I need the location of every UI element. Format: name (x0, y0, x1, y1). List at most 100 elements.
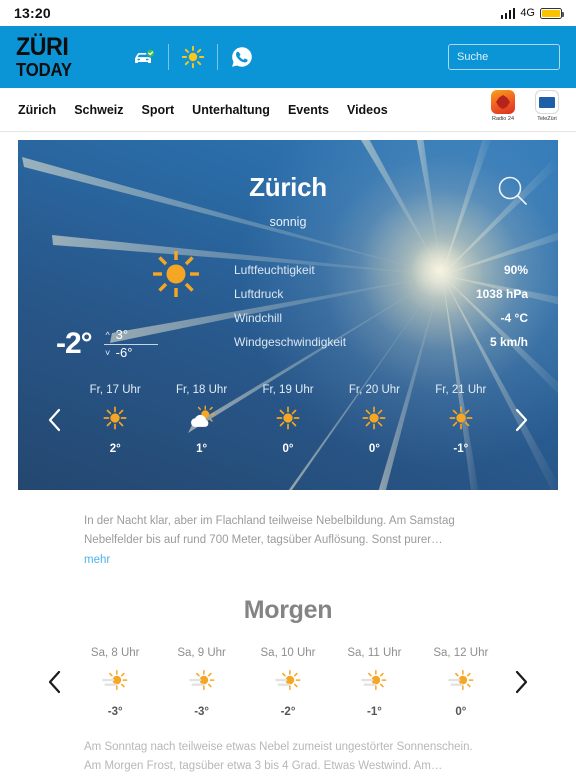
tomorrow-next-button[interactable] (504, 669, 538, 695)
tomorrow-forecast-carousel: Sa, 8 Uhr -3° Sa, 9 Uhr -3° Sa, 10 Uhr -… (0, 647, 576, 718)
tomorrow-heading: Morgen (243, 595, 333, 624)
telezueri-app-link[interactable]: TeleZüri (530, 90, 564, 122)
telezueri-app-icon (535, 90, 559, 114)
hourly-time: Fr, 18 Uhr (176, 384, 228, 396)
tomorrow-item[interactable]: Sa, 12 Uhr 0° (418, 647, 504, 718)
header-search-box[interactable] (448, 44, 576, 70)
radio24-app-icon (491, 90, 515, 114)
hourly-temp: 0° (368, 443, 380, 455)
tomorrow-item[interactable]: Sa, 10 Uhr -2° (245, 647, 331, 718)
app-header: ZÜRI TODAY (0, 26, 576, 88)
tomorrow-time: Sa, 10 Uhr (260, 646, 316, 659)
today-description-text: In der Nacht klar, aber im Flachland tei… (84, 515, 455, 546)
today-more-link[interactable]: mehr (84, 554, 110, 566)
tomorrow-time: Sa, 12 Uhr (433, 646, 489, 659)
search-input[interactable] (457, 51, 576, 63)
detail-value-humidity: 90% (503, 263, 528, 277)
hourly-time: Fr, 19 Uhr (262, 384, 314, 396)
detail-label-windchill: Windchill (234, 311, 283, 325)
nav-item-zuerich[interactable]: Zürich (18, 103, 56, 117)
hourly-item[interactable]: Fr, 17 Uhr 2° (72, 384, 158, 455)
tomorrow-columns: Sa, 8 Uhr -3° Sa, 9 Uhr -3° Sa, 10 Uhr -… (72, 647, 504, 718)
hourly-time: Fr, 21 Uhr (435, 384, 487, 396)
sun-icon (331, 405, 417, 436)
site-logo[interactable]: ZÜRI TODAY (16, 33, 86, 80)
hourly-next-button[interactable] (504, 407, 538, 433)
network-type-label: 4G (520, 7, 535, 19)
nav-item-sport[interactable]: Sport (142, 103, 175, 117)
main-navigation: Zürich Schweiz Sport Unterhaltung Events… (0, 88, 576, 132)
sun-weather-icon[interactable] (169, 45, 217, 69)
status-bar: 13:20 4G (0, 0, 576, 26)
header-icon-group (120, 44, 266, 70)
sun-cloud-icon (158, 405, 244, 436)
tomorrow-description-text: Am Sonntag nach teilweise etwas Nebel zu… (84, 740, 473, 772)
nav-item-schweiz[interactable]: Schweiz (74, 103, 123, 117)
weather-city-title: Zürich (249, 172, 327, 202)
detail-row: Windgeschwindigkeit 5 km/h (234, 330, 528, 354)
temperature-range: ^ 3° ˅ -6° (103, 327, 158, 362)
radio24-app-link[interactable]: Radio 24 (486, 90, 520, 122)
sun-haze-icon (418, 668, 504, 699)
hourly-temp: 2° (109, 443, 121, 455)
detail-label-humidity: Luftfeuchtigkeit (234, 263, 315, 277)
logo-line-1: ZÜRI (16, 33, 69, 61)
sun-icon (418, 405, 504, 436)
hourly-columns: Fr, 17 Uhr 2° Fr, 18 Uhr 1° Fr, 19 Uhr 0… (72, 384, 504, 455)
weather-search-icon[interactable] (496, 174, 530, 213)
battery-icon (540, 7, 564, 19)
hourly-item[interactable]: Fr, 20 Uhr 0° (331, 384, 417, 455)
detail-row: Luftfeuchtigkeit 90% (234, 258, 528, 282)
weather-hero: Zürich sonnig -2° ^ 3° ˅ -6° Luftfeuchti… (18, 140, 558, 490)
hourly-item[interactable]: Fr, 18 Uhr 1° (158, 384, 244, 455)
sun-icon (148, 246, 234, 307)
detail-row: Windchill -4 °C (234, 306, 528, 330)
hourly-temp: 1° (196, 443, 208, 455)
caret-up-icon: ^ (105, 330, 110, 341)
nav-item-videos[interactable]: Videos (347, 103, 388, 117)
tomorrow-temp: -3° (107, 705, 123, 718)
hourly-temp: -1° (453, 443, 469, 455)
telezueri-app-label: TeleZüri (537, 116, 557, 122)
sun-haze-icon (158, 668, 244, 699)
whatsapp-icon[interactable] (218, 45, 266, 69)
temperature-max: 3° (115, 327, 129, 342)
weather-condition-label: sonnig (269, 215, 307, 229)
tomorrow-prev-button[interactable] (38, 669, 72, 695)
tomorrow-temp: -2° (280, 705, 296, 718)
tomorrow-time: Sa, 8 Uhr (90, 646, 140, 659)
temperature-row: -2° ^ 3° ˅ -6° (56, 327, 234, 362)
nav-item-events[interactable]: Events (288, 103, 329, 117)
temperature-min: -6° (115, 344, 133, 360)
temperature-min-row: ˅ -6° (104, 345, 158, 362)
tomorrow-time: Sa, 9 Uhr (177, 646, 226, 659)
detail-value-pressure: 1038 hPa (475, 287, 528, 301)
detail-label-windspeed: Windgeschwindigkeit (234, 335, 347, 349)
partner-app-links: Radio 24 TeleZüri (486, 90, 564, 122)
radio24-app-label: Radio 24 (491, 116, 515, 122)
hourly-time: Fr, 17 Uhr (89, 384, 141, 396)
weather-details-list: Luftfeuchtigkeit 90% Luftdruck 1038 hPa … (234, 244, 558, 354)
tomorrow-description-block: Am Sonntag nach teilweise etwas Nebel zu… (18, 718, 558, 776)
hourly-item[interactable]: Fr, 19 Uhr 0° (245, 384, 331, 455)
signal-bars-icon (500, 7, 516, 19)
sun-haze-icon (331, 668, 417, 699)
tomorrow-item[interactable]: Sa, 9 Uhr -3° (158, 647, 244, 718)
current-conditions: -2° ^ 3° ˅ -6° Luftfeuchtigkeit 90% Luft… (18, 244, 558, 362)
nav-item-unterhaltung[interactable]: Unterhaltung (192, 103, 270, 117)
hourly-forecast-carousel: Fr, 17 Uhr 2° Fr, 18 Uhr 1° Fr, 19 Uhr 0… (18, 384, 558, 455)
tomorrow-item[interactable]: Sa, 11 Uhr -1° (331, 647, 417, 718)
tomorrow-temp: 0° (455, 705, 467, 718)
tomorrow-temp: -3° (194, 705, 210, 718)
hourly-temp: 0° (282, 443, 294, 455)
hourly-item[interactable]: Fr, 21 Uhr -1° (418, 384, 504, 455)
hourly-time: Fr, 20 Uhr (348, 384, 400, 396)
detail-value-windspeed: 5 km/h (489, 335, 528, 349)
sun-icon (245, 405, 331, 436)
traffic-car-icon[interactable] (120, 48, 168, 66)
caret-down-icon: ˅ (105, 348, 111, 359)
temperature-max-row: ^ 3° (104, 327, 158, 344)
logo-line-2: TODAY (16, 60, 72, 80)
hourly-prev-button[interactable] (38, 407, 72, 433)
tomorrow-item[interactable]: Sa, 8 Uhr -3° (72, 647, 158, 718)
